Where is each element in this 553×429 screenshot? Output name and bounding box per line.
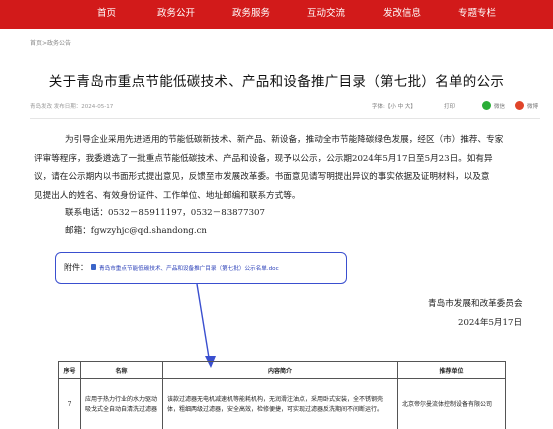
cell-intro: 该款过滤器无电机减速机等能耗机构，无润滑注油点，采用卧式安装，全不锈钢壳体，粗细…	[162, 378, 398, 429]
table-row: 7 应用于热力行业的水力驱动吸戈式全自动自清洗过滤器 该款过滤器无电机减速机等能…	[58, 378, 506, 429]
nav-government-services[interactable]: 政务服务	[232, 0, 270, 29]
weibo-icon[interactable]	[515, 101, 524, 110]
signature-date: 2024年5月17日	[458, 318, 523, 328]
share-wechat-label[interactable]: 微信	[494, 102, 505, 110]
contact-phone: 联系电话：0532－85911197，0532－83877307	[65, 208, 265, 218]
paragraph-line: 为引导企业采用先进适用的节能低碳新技术、新产品、新设备，推动全市节能降碳绿色发展…	[65, 135, 504, 145]
attachment-label: 附件：	[64, 263, 88, 272]
page-title: 关于青岛市重点节能低碳技术、产品和设备推广目录（第七批）名单的公示	[48, 74, 505, 90]
nav-interaction[interactable]: 互动交流	[307, 0, 345, 29]
divider	[30, 118, 540, 119]
nav-reform-info[interactable]: 发改信息	[383, 0, 421, 29]
font-size-controls[interactable]: 字体:【小 中 大】	[372, 102, 416, 110]
print-button[interactable]: 打印	[444, 102, 455, 110]
cell-number: 7	[58, 378, 81, 429]
column-header: 内容简介	[162, 361, 398, 379]
nav-special-topics[interactable]: 专题专栏	[458, 0, 496, 29]
paragraph-line: 见提出人的姓名、有效身份证件、工作单位、地址邮编和联系方式等。	[34, 190, 301, 201]
cell-unit: 北京帝尔曼流体控制设备有限公司	[397, 378, 506, 429]
column-header: 序号	[58, 361, 81, 379]
doc-file-icon	[91, 264, 96, 270]
nav-government-affairs[interactable]: 政务公开	[157, 0, 195, 29]
nav-home[interactable]: 首页	[97, 0, 116, 29]
signature-org: 青岛市发展和改革委员会	[428, 299, 523, 309]
contact-email: 邮箱：fgwzyhjc@qd.shandong.cn	[65, 226, 207, 236]
breadcrumb[interactable]: 首页>政务公告	[30, 38, 71, 47]
column-header: 推荐单位	[397, 361, 506, 379]
paragraph-line: 评审等程序，我委遴选了一批重点节能低碳技术、产品和设备，现予以公示，公示期202…	[34, 153, 493, 164]
catalog-table: 序号 名称 内容简介 推荐单位 7 应用于热力行业的水力驱动吸戈式全自动自清洗过…	[58, 361, 506, 429]
top-navigation: 首页 政务公开 政务服务 互动交流 发改信息 专题专栏	[0, 0, 553, 29]
wechat-icon[interactable]	[482, 101, 491, 110]
column-header: 名称	[80, 361, 163, 379]
notice-paragraph: 为引导企业采用先进适用的节能低碳新技术、新产品、新设备，推动全市节能降碳绿色发展…	[34, 131, 538, 205]
publish-meta: 青岛发改 发布日期：2024-05-17	[30, 104, 114, 110]
share-weibo-label[interactable]: 微博	[527, 102, 538, 110]
table-header-row: 序号 名称 内容简介 推荐单位	[58, 361, 506, 379]
attachment-link[interactable]: 青岛市重点节能低碳技术、产品和设备推广目录（第七批）公示名单.doc	[99, 264, 279, 272]
paragraph-line: 议，请在公示期内以书面形式提出意见，反馈至市发展改革委。书面意见请写明提出异议的…	[34, 172, 490, 182]
cell-name: 应用于热力行业的水力驱动吸戈式全自动自清洗过滤器	[80, 378, 163, 429]
